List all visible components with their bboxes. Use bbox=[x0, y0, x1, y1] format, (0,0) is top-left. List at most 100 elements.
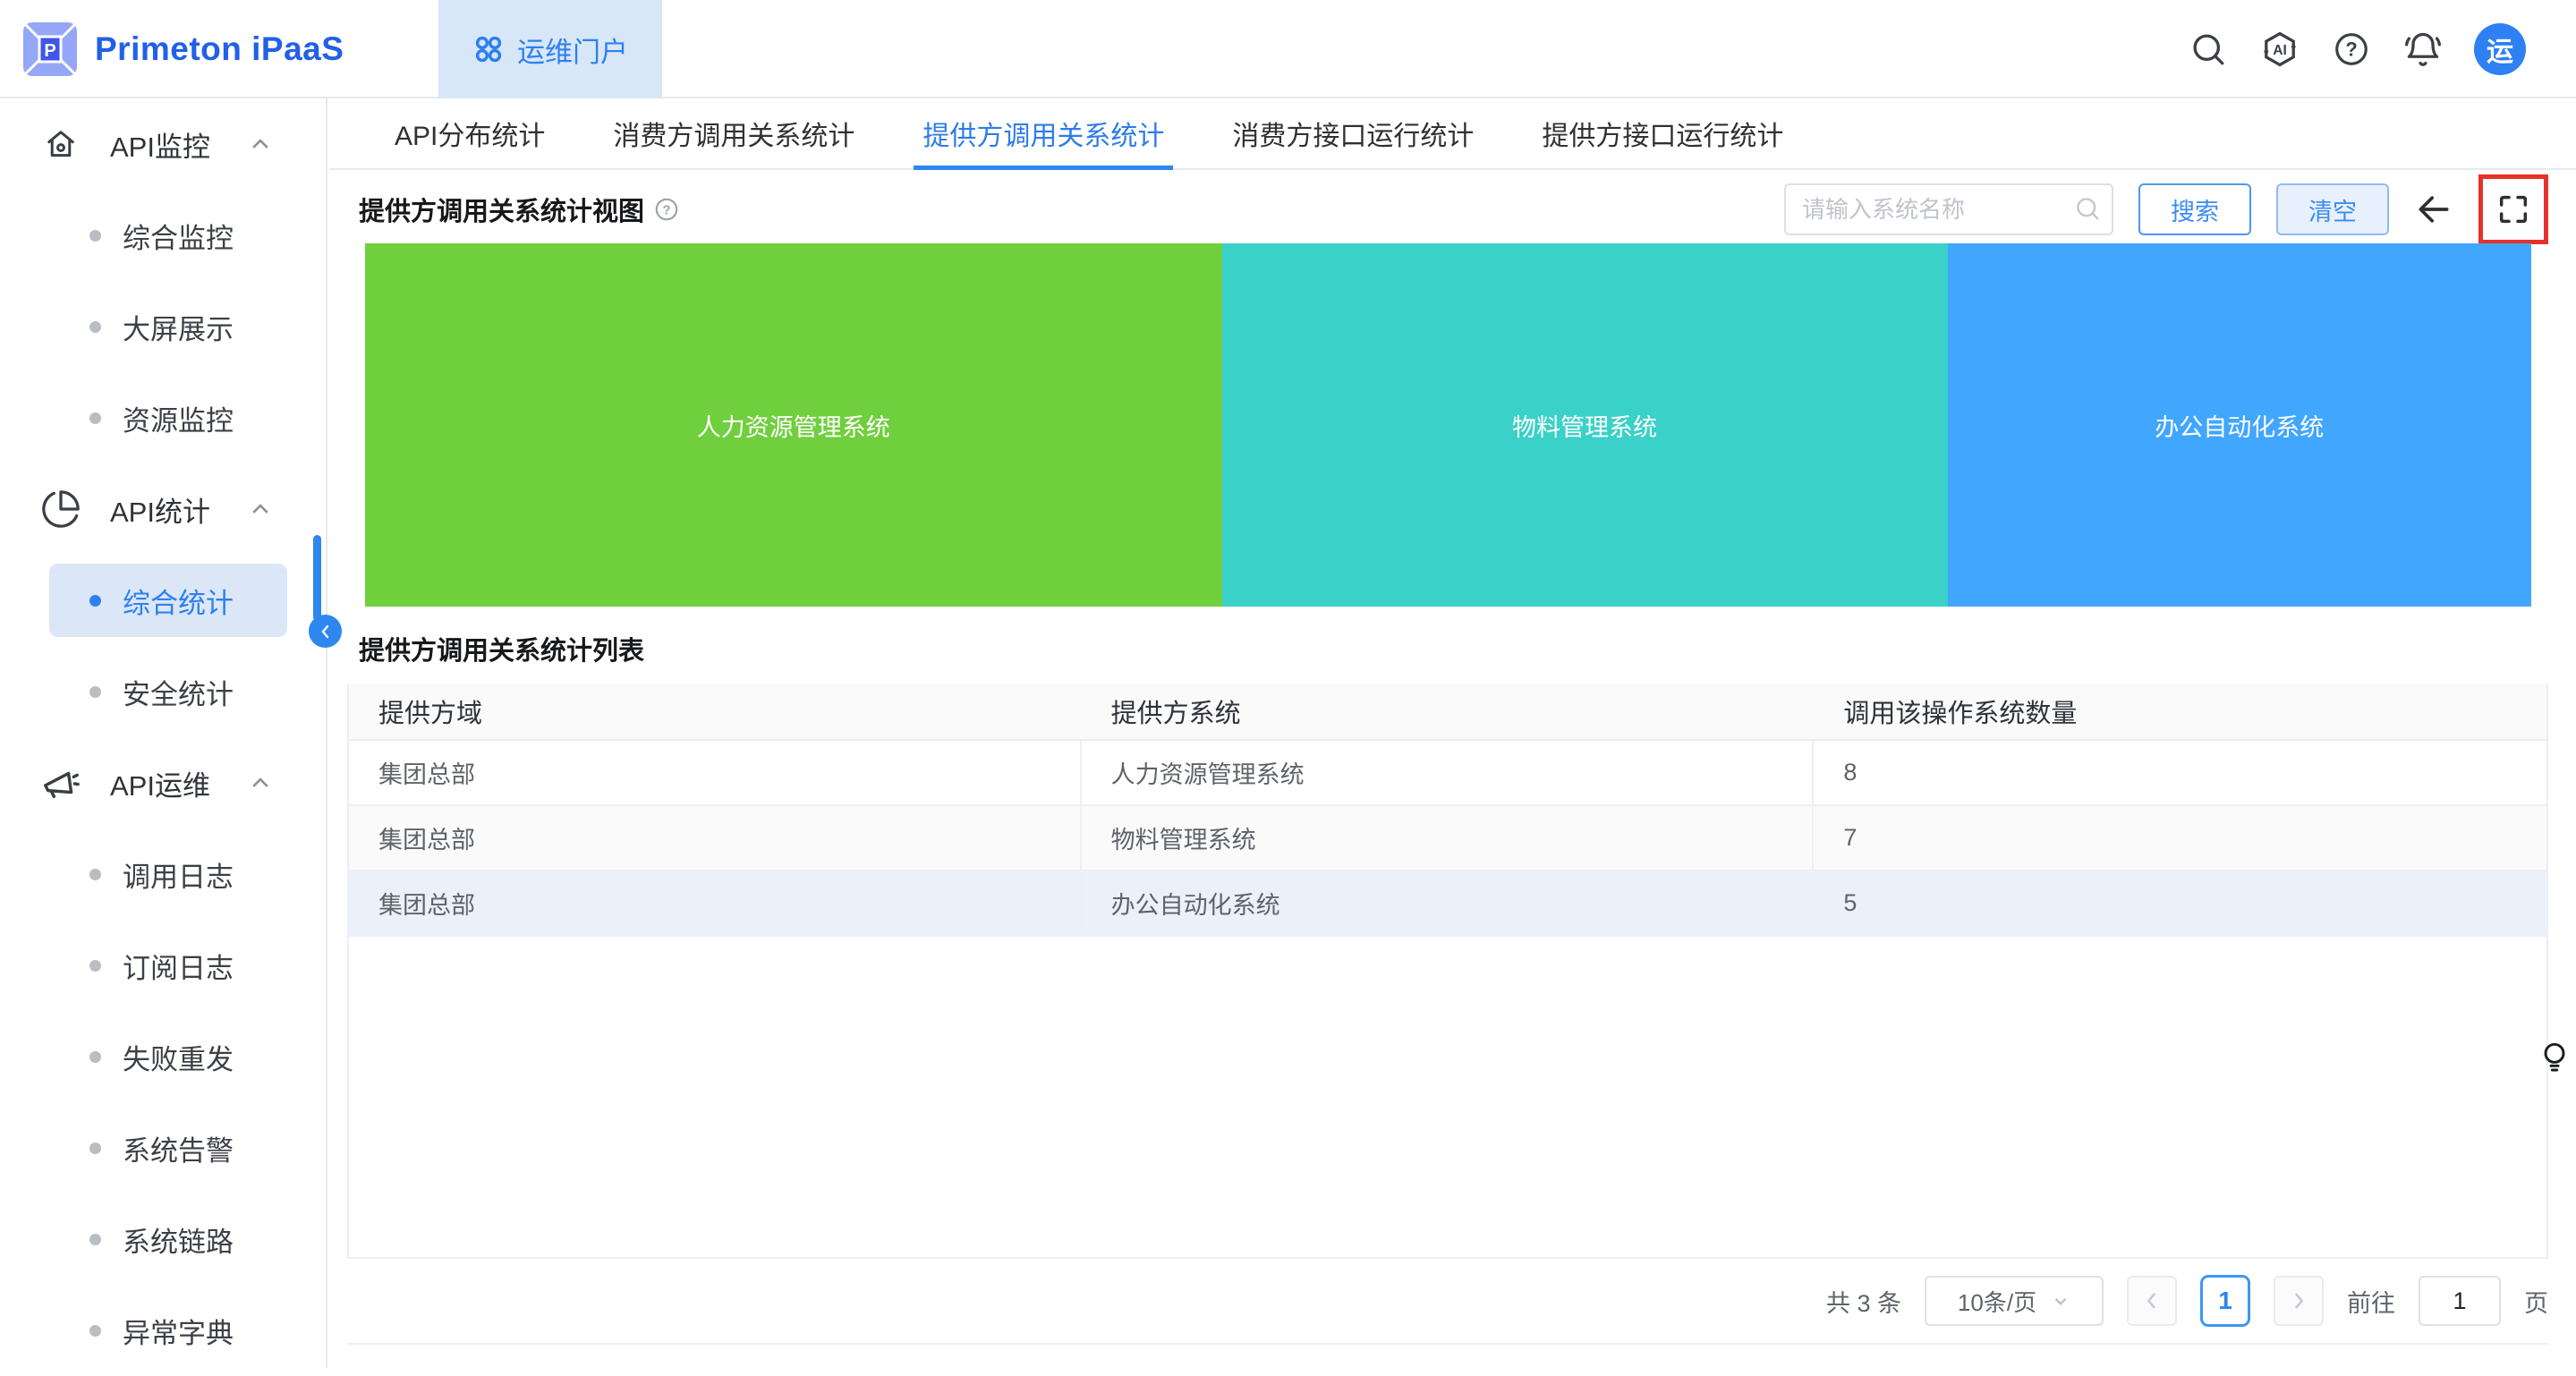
tab-consumer-call-relation[interactable]: 消费方调用关系统计 bbox=[613, 98, 854, 168]
column-header: 提供方域 bbox=[349, 684, 1082, 739]
treemap-node[interactable]: 人力资源管理系统 bbox=[365, 243, 1222, 607]
provider-call-table: 提供方域 提供方系统 调用该操作系统数量 集团总部 人力资源管理系统 8 集团总… bbox=[347, 684, 2548, 1259]
portal-tab[interactable]: 运维门户 bbox=[438, 0, 662, 98]
bullet-icon bbox=[89, 321, 101, 333]
group-label: API运维 bbox=[110, 763, 210, 803]
fullscreen-button[interactable] bbox=[2495, 191, 2531, 227]
user-avatar[interactable]: 运 bbox=[2474, 23, 2526, 75]
search-icon[interactable] bbox=[2188, 29, 2229, 70]
chevron-up-icon bbox=[249, 132, 272, 156]
lightbulb-helper-icon[interactable] bbox=[2540, 1040, 2569, 1083]
svg-text:AI: AI bbox=[2273, 43, 2287, 58]
column-header: 提供方系统 bbox=[1082, 684, 1815, 739]
sidebar-item[interactable]: 调用日志 bbox=[49, 828, 287, 920]
brand-logo-icon: P bbox=[21, 21, 79, 78]
apps-grid-icon bbox=[472, 33, 505, 65]
goto-label: 前往 bbox=[2347, 1284, 2395, 1319]
sidebar-item[interactable]: 异常字典 bbox=[49, 1285, 287, 1376]
chevron-left-icon bbox=[317, 623, 335, 641]
bullet-icon bbox=[89, 230, 101, 242]
sidebar-group-api-ops[interactable]: API运维 bbox=[0, 737, 326, 828]
sidebar-item[interactable]: 资源监控 bbox=[49, 372, 287, 463]
sidebar-item[interactable]: 失败重发 bbox=[49, 1011, 287, 1102]
view-controls-row: 提供方调用关系统计视图 ? 搜索 清空 bbox=[329, 183, 2576, 236]
table-header-row: 提供方域 提供方系统 调用该操作系统数量 bbox=[349, 684, 2546, 741]
sidebar-collapse-button[interactable] bbox=[309, 615, 342, 648]
tab-consumer-api-run[interactable]: 消费方接口运行统计 bbox=[1232, 98, 1474, 168]
sidebar-item-active[interactable]: 综合统计 bbox=[49, 555, 287, 646]
page-unit-label: 页 bbox=[2524, 1284, 2548, 1319]
search-input[interactable] bbox=[1784, 183, 2113, 235]
bullet-icon bbox=[89, 686, 101, 698]
brand: P Primeton iPaaS bbox=[21, 0, 344, 98]
table-row-highlighted[interactable]: 集团总部 办公自动化系统 5 bbox=[349, 871, 2546, 937]
chevron-up-icon bbox=[249, 771, 272, 794]
table-empty-area bbox=[349, 937, 2546, 1257]
search-button[interactable]: 搜索 bbox=[2138, 183, 2251, 235]
svg-text:?: ? bbox=[662, 202, 670, 217]
group-label: API监控 bbox=[110, 124, 210, 165]
goto-page-input[interactable] bbox=[2419, 1276, 2501, 1326]
sidebar-item[interactable]: 系统告警 bbox=[49, 1102, 287, 1193]
table-row[interactable]: 集团总部 物料管理系统 7 bbox=[349, 806, 2546, 871]
total-count-label: 共 3 条 bbox=[1826, 1284, 1901, 1319]
tab-provider-api-run[interactable]: 提供方接口运行统计 bbox=[1542, 98, 1783, 168]
sidebar-item[interactable]: 订阅日志 bbox=[49, 920, 287, 1011]
bullet-icon bbox=[89, 412, 101, 424]
portal-tab-label: 运维门户 bbox=[517, 30, 628, 70]
top-icons: AI ? 运 bbox=[2188, 0, 2526, 98]
pagination: 共 3 条 10条/页 1 前往 页 bbox=[347, 1259, 2548, 1345]
bullet-icon bbox=[89, 960, 101, 972]
chevron-right-icon bbox=[2288, 1290, 2309, 1312]
chevron-left-icon bbox=[2141, 1290, 2163, 1312]
sidebar: API监控 综合监控 大屏展示 资源监控 API统计 综合统计 安全统计 API… bbox=[0, 98, 327, 1368]
svg-text:?: ? bbox=[2345, 38, 2357, 61]
sidebar-item[interactable]: 系统链路 bbox=[49, 1193, 287, 1285]
brand-name: Primeton iPaaS bbox=[95, 30, 344, 68]
sidebar-group-api-monitor[interactable]: API监控 bbox=[0, 98, 326, 190]
table-row[interactable]: 集团总部 人力资源管理系统 8 bbox=[349, 741, 2546, 806]
view-actions: 搜索 清空 bbox=[1784, 174, 2548, 244]
bullet-icon bbox=[89, 595, 101, 607]
system-name-search bbox=[1784, 183, 2113, 235]
annotation-highlight-box bbox=[2478, 174, 2548, 244]
svg-text:P: P bbox=[44, 41, 55, 61]
back-arrow-button[interactable] bbox=[2414, 190, 2453, 229]
fullscreen-icon bbox=[2495, 191, 2531, 227]
chevron-down-icon bbox=[2051, 1291, 2070, 1311]
page-size-select[interactable]: 10条/页 bbox=[1925, 1276, 2104, 1326]
help-circle-icon[interactable]: ? bbox=[653, 196, 680, 223]
sidebar-item[interactable]: 安全统计 bbox=[49, 646, 287, 737]
sidebar-group-api-stats[interactable]: API统计 bbox=[0, 463, 326, 555]
next-page-button[interactable] bbox=[2274, 1276, 2324, 1326]
bullet-icon bbox=[89, 869, 101, 880]
main-content: API分布统计 消费方调用关系统计 提供方调用关系统计 消费方接口运行统计 提供… bbox=[329, 98, 2576, 1368]
treemap-node[interactable]: 物料管理系统 bbox=[1222, 243, 1948, 607]
bullet-icon bbox=[89, 1142, 101, 1154]
tab-provider-call-relation[interactable]: 提供方调用关系统计 bbox=[922, 98, 1164, 168]
treemap-node[interactable]: 办公自动化系统 bbox=[1948, 243, 2532, 607]
prev-page-button[interactable] bbox=[2127, 1276, 2177, 1326]
column-header: 调用该操作系统数量 bbox=[1814, 684, 2546, 739]
bullet-icon bbox=[89, 1234, 101, 1245]
arrow-left-icon bbox=[2414, 190, 2453, 229]
sidebar-item[interactable]: 大屏展示 bbox=[49, 281, 287, 372]
list-section-title: 提供方调用关系统计列表 bbox=[359, 630, 2576, 667]
view-section-title: 提供方调用关系统计视图 ? bbox=[359, 191, 680, 228]
bullet-icon bbox=[89, 1325, 101, 1337]
tab-api-distribution[interactable]: API分布统计 bbox=[395, 98, 545, 168]
group-label: API统计 bbox=[110, 489, 210, 530]
page-number-button[interactable]: 1 bbox=[2200, 1275, 2250, 1327]
sidebar-item[interactable]: 综合监控 bbox=[49, 190, 287, 281]
megaphone-icon bbox=[40, 762, 81, 803]
provider-call-treemap: 人力资源管理系统 物料管理系统 办公自动化系统 bbox=[365, 243, 2531, 607]
home-icon bbox=[40, 123, 81, 165]
clear-button[interactable]: 清空 bbox=[2276, 183, 2389, 235]
notification-bell-icon[interactable] bbox=[2402, 29, 2444, 70]
ai-assistant-icon[interactable]: AI bbox=[2259, 29, 2300, 70]
bullet-icon bbox=[89, 1051, 101, 1063]
top-bar: P Primeton iPaaS 运维门户 AI ? bbox=[0, 0, 2576, 98]
pie-chart-icon bbox=[40, 488, 81, 530]
help-icon[interactable]: ? bbox=[2331, 29, 2372, 70]
tab-bar: API分布统计 消费方调用关系统计 提供方调用关系统计 消费方接口运行统计 提供… bbox=[329, 98, 2576, 170]
